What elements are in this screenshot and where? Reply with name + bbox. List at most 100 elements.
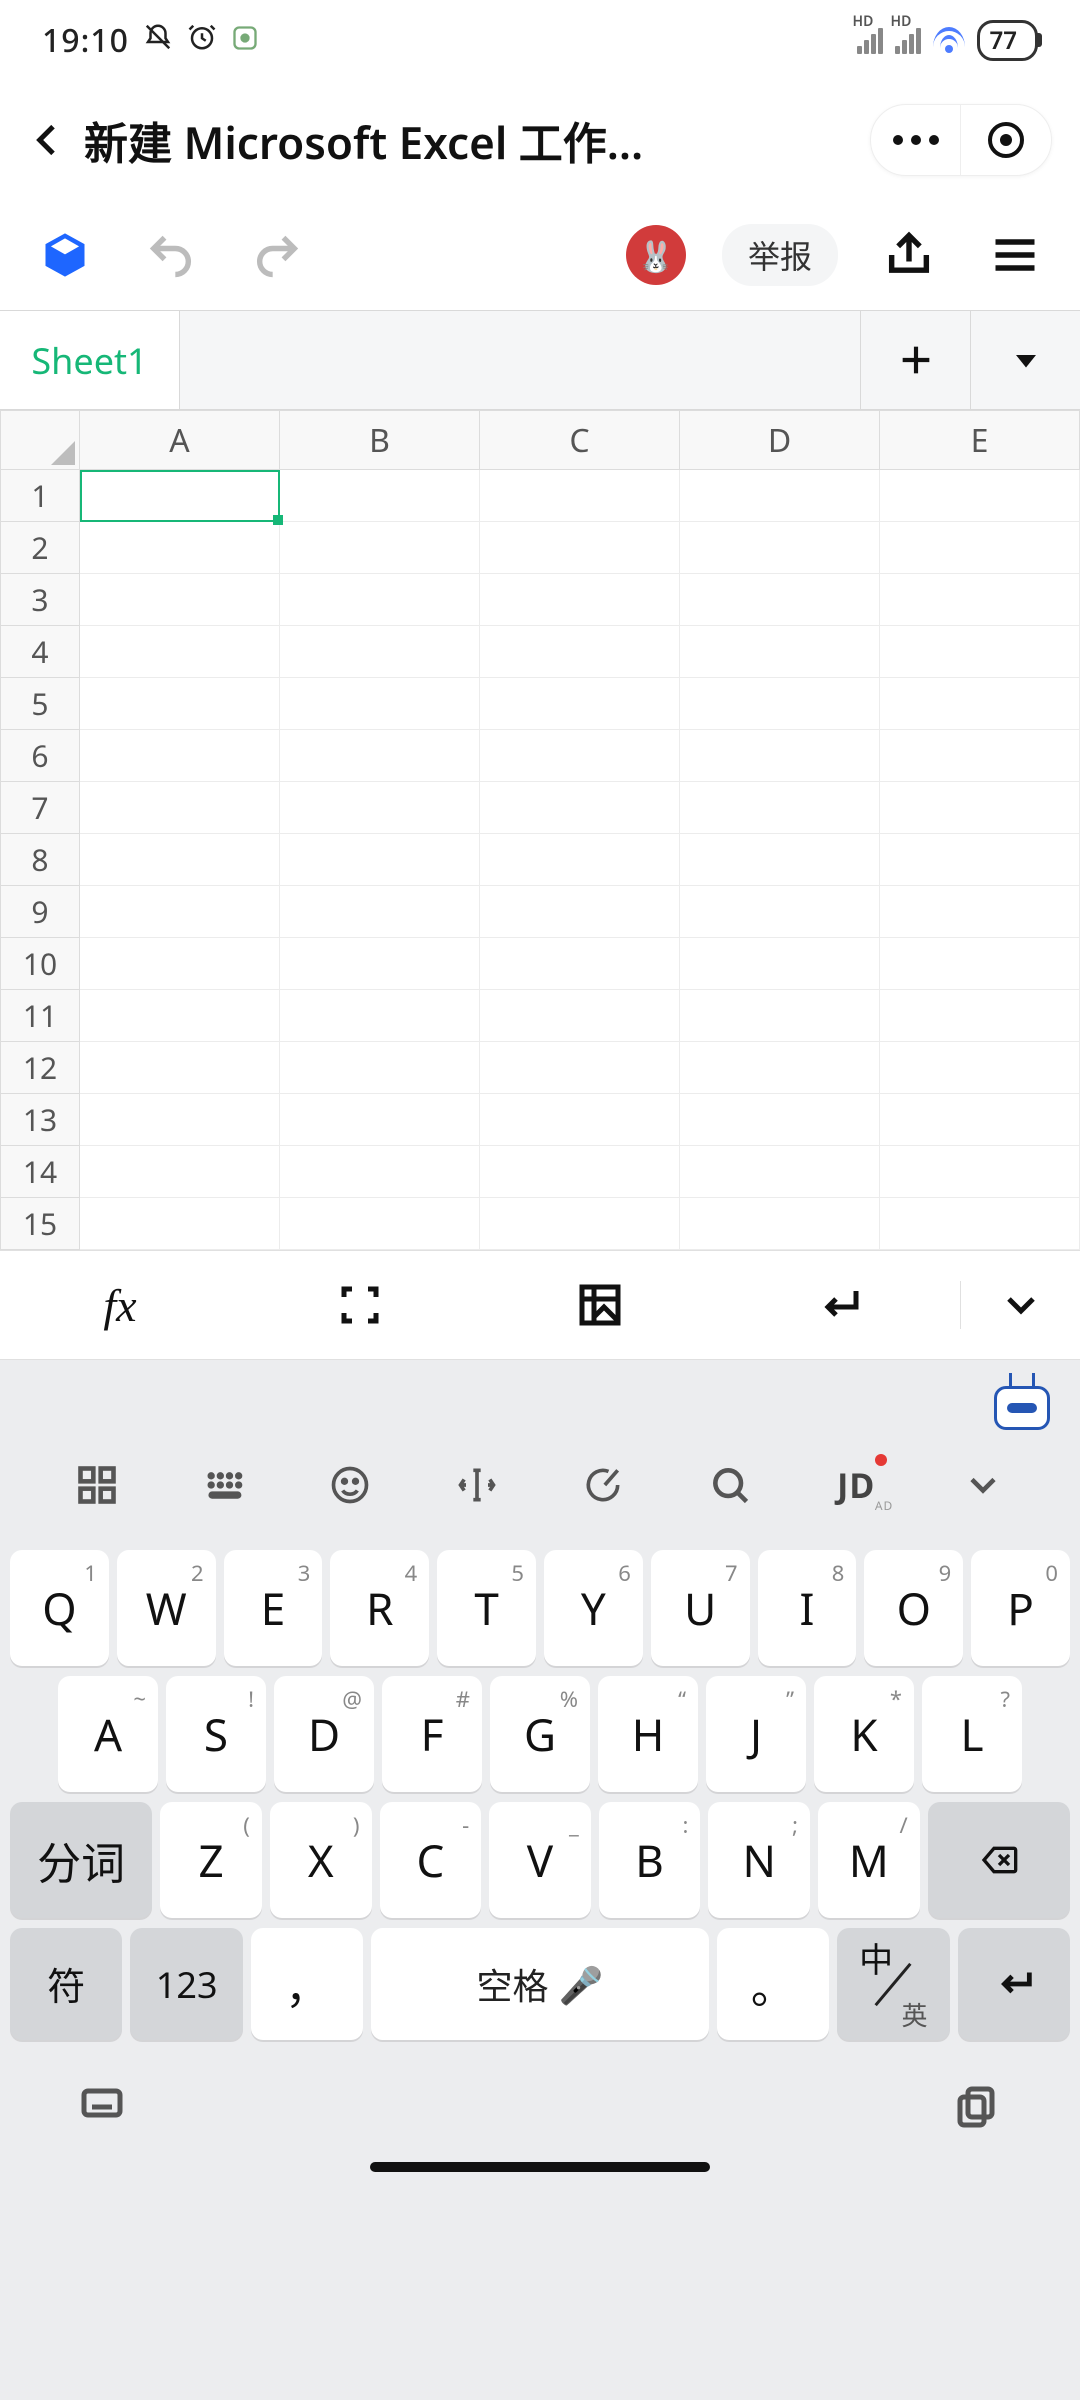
row-header[interactable]: 2	[0, 522, 80, 574]
ime-search-icon[interactable]	[667, 1463, 794, 1507]
cell[interactable]	[680, 1198, 880, 1250]
col-header[interactable]: B	[280, 410, 480, 470]
row-header[interactable]: 12	[0, 1042, 80, 1094]
cell[interactable]	[80, 1198, 280, 1250]
cell[interactable]	[280, 938, 480, 990]
key-f[interactable]: #F	[382, 1676, 482, 1792]
undo-button[interactable]	[136, 220, 206, 290]
cell[interactable]	[280, 522, 480, 574]
row-header[interactable]: 11	[0, 990, 80, 1042]
cell[interactable]	[480, 730, 680, 782]
col-header[interactable]: A	[80, 410, 280, 470]
cell[interactable]	[480, 834, 680, 886]
cell[interactable]	[480, 1042, 680, 1094]
cell[interactable]	[880, 730, 1080, 782]
row-header[interactable]: 4	[0, 626, 80, 678]
cell[interactable]	[280, 678, 480, 730]
cell[interactable]	[280, 1094, 480, 1146]
key-b[interactable]: :B	[599, 1802, 701, 1918]
cell[interactable]	[880, 990, 1080, 1042]
key-p[interactable]: 0P	[971, 1550, 1070, 1666]
cell[interactable]	[680, 626, 880, 678]
newline-button[interactable]	[720, 1281, 960, 1329]
cell[interactable]	[880, 834, 1080, 886]
row-header[interactable]: 5	[0, 678, 80, 730]
key-v[interactable]: _V	[489, 1802, 591, 1918]
ime-grid-icon[interactable]	[34, 1463, 161, 1507]
more-menu-button[interactable]	[871, 104, 961, 176]
key-u[interactable]: 7U	[651, 1550, 750, 1666]
cell[interactable]	[880, 1198, 1080, 1250]
sheet-tab-empty-area[interactable]	[180, 311, 860, 409]
space-key[interactable]: 空格🎤	[371, 1928, 708, 2040]
row-header[interactable]: 6	[0, 730, 80, 782]
cell[interactable]	[80, 1042, 280, 1094]
cell[interactable]	[880, 782, 1080, 834]
row-header[interactable]: 14	[0, 1146, 80, 1198]
cell[interactable]	[880, 522, 1080, 574]
user-avatar[interactable]: 🐰	[626, 225, 686, 285]
cell[interactable]	[880, 626, 1080, 678]
row-header[interactable]: 10	[0, 938, 80, 990]
col-header[interactable]: E	[880, 410, 1080, 470]
cell[interactable]	[80, 834, 280, 886]
cell[interactable]	[80, 886, 280, 938]
insert-image-button[interactable]	[480, 1281, 720, 1329]
cell[interactable]	[680, 938, 880, 990]
cell[interactable]	[80, 1094, 280, 1146]
key-o[interactable]: 9O	[864, 1550, 963, 1666]
ime-clip-icon[interactable]	[540, 1463, 667, 1507]
cell[interactable]	[680, 730, 880, 782]
row-header[interactable]: 1	[0, 470, 80, 522]
cell[interactable]	[680, 886, 880, 938]
ime-emoji-icon[interactable]	[287, 1463, 414, 1507]
sheet-tab-active[interactable]: Sheet1	[0, 311, 180, 409]
key-e[interactable]: 3E	[224, 1550, 323, 1666]
cell[interactable]	[880, 574, 1080, 626]
numbers-key[interactable]: 123	[130, 1928, 242, 2040]
cell[interactable]	[880, 1146, 1080, 1198]
segment-key[interactable]: 分词	[10, 1802, 152, 1918]
cell[interactable]	[280, 1198, 480, 1250]
back-button[interactable]	[12, 104, 84, 176]
comma-key[interactable]: ，	[251, 1928, 363, 2040]
key-t[interactable]: 5T	[437, 1550, 536, 1666]
cell[interactable]	[480, 1146, 680, 1198]
cell[interactable]	[680, 522, 880, 574]
cell[interactable]	[480, 522, 680, 574]
scan-button[interactable]	[240, 1281, 480, 1329]
spreadsheet-grid[interactable]: A B C D E 123456789101112131415	[0, 410, 1080, 1250]
cell[interactable]	[280, 574, 480, 626]
cell[interactable]	[80, 1146, 280, 1198]
cell[interactable]	[480, 938, 680, 990]
key-s[interactable]: !S	[166, 1676, 266, 1792]
ime-assistant-icon[interactable]	[994, 1386, 1050, 1430]
cell[interactable]	[80, 522, 280, 574]
cell[interactable]	[280, 1042, 480, 1094]
cell[interactable]	[480, 886, 680, 938]
enter-key[interactable]	[958, 1928, 1070, 2040]
ime-jd-button[interactable]: JDAD	[793, 1462, 920, 1508]
language-switch-key[interactable]: 中英	[837, 1928, 949, 2040]
cell[interactable]	[480, 574, 680, 626]
cell[interactable]	[680, 1146, 880, 1198]
key-x[interactable]: )X	[270, 1802, 372, 1918]
row-header[interactable]: 9	[0, 886, 80, 938]
app-logo-icon[interactable]	[30, 220, 100, 290]
cell[interactable]	[280, 730, 480, 782]
cell[interactable]	[480, 470, 680, 522]
key-m[interactable]: /M	[818, 1802, 920, 1918]
cell[interactable]	[80, 938, 280, 990]
cell[interactable]	[280, 1146, 480, 1198]
ime-collapse-icon[interactable]	[920, 1463, 1047, 1507]
sheet-menu-button[interactable]	[970, 311, 1080, 409]
cell[interactable]	[80, 782, 280, 834]
key-w[interactable]: 2W	[117, 1550, 216, 1666]
cell[interactable]	[280, 626, 480, 678]
key-n[interactable]: ;N	[708, 1802, 810, 1918]
backspace-key[interactable]	[928, 1802, 1070, 1918]
cell[interactable]	[680, 678, 880, 730]
cell[interactable]	[680, 1042, 880, 1094]
row-header[interactable]: 13	[0, 1094, 80, 1146]
key-y[interactable]: 6Y	[544, 1550, 643, 1666]
